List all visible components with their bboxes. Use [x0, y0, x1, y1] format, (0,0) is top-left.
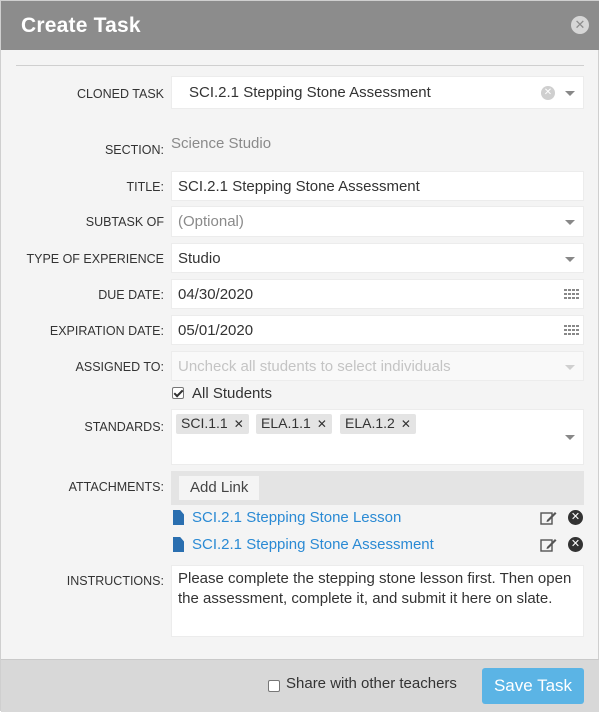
chevron-down-icon[interactable]: [565, 435, 575, 440]
chevron-down-icon[interactable]: [565, 220, 575, 225]
type-of-experience-label: TYPE OF EXPERIENCE: [26, 252, 164, 266]
chevron-down-icon[interactable]: [565, 91, 575, 96]
add-link-button[interactable]: Add Link: [179, 476, 260, 500]
calendar-icon[interactable]: [564, 289, 579, 301]
type-of-experience-select[interactable]: Studio: [171, 243, 584, 273]
due-date-value: 04/30/2020: [178, 286, 254, 303]
edit-icon[interactable]: [540, 538, 557, 552]
due-date-label: DUE DATE:: [98, 288, 164, 302]
title-input-value: SCI.2.1 Stepping Stone Assessment: [178, 178, 420, 195]
title-input[interactable]: SCI.2.1 Stepping Stone Assessment: [171, 171, 584, 201]
attachments-toolbar: Add Link: [171, 471, 584, 505]
subtask-of-placeholder: (Optional): [178, 213, 244, 230]
expiration-date-value: 05/01/2020: [178, 322, 254, 339]
section-label: SECTION:: [104, 143, 164, 157]
attachment-item: SCI.2.1 Stepping Stone Lesson ✕: [171, 506, 584, 530]
document-icon: [173, 537, 184, 552]
attachment-link[interactable]: SCI.2.1 Stepping Stone Lesson: [192, 509, 401, 526]
standard-chip-label: ELA.1.2: [345, 415, 395, 431]
standard-chip[interactable]: SCI.1.1 ✕: [176, 414, 249, 434]
attachments-label: ATTACHMENTS:: [68, 480, 164, 494]
clear-selection-icon[interactable]: ✕: [541, 86, 555, 100]
delete-icon[interactable]: ✕: [568, 537, 583, 552]
assigned-to-select[interactable]: Uncheck all students to select individua…: [171, 351, 584, 381]
document-icon: [173, 510, 184, 525]
cloned-task-label: CLONED TASK: [76, 87, 164, 101]
section-value: Science Studio: [171, 135, 272, 152]
save-task-button[interactable]: Save Task: [482, 668, 584, 704]
standard-chip[interactable]: ELA.1.1 ✕: [256, 414, 332, 434]
close-icon[interactable]: ✕: [571, 16, 589, 34]
expiration-date-input[interactable]: 05/01/2020: [171, 315, 584, 345]
calendar-icon[interactable]: [564, 325, 579, 337]
standard-chip-label: ELA.1.1: [261, 415, 311, 431]
title-label: TITLE:: [126, 180, 164, 194]
standards-label: STANDARDS:: [84, 420, 164, 434]
subtask-of-select[interactable]: (Optional): [171, 206, 584, 237]
delete-icon[interactable]: ✕: [568, 510, 583, 525]
instructions-label: INSTRUCTIONS:: [66, 574, 164, 588]
dialog-header: Create Task ✕: [1, 1, 599, 50]
remove-chip-icon[interactable]: ✕: [401, 417, 411, 431]
instructions-textarea[interactable]: Please complete the stepping stone lesso…: [171, 565, 584, 637]
dialog-footer: Share with other teachers Save Task: [1, 659, 599, 712]
assigned-to-placeholder: Uncheck all students to select individua…: [178, 358, 451, 375]
all-students-label: All Students: [192, 385, 273, 402]
share-label: Share with other teachers: [286, 675, 457, 692]
standard-chip-label: SCI.1.1: [181, 415, 228, 431]
dialog-title: Create Task: [21, 14, 141, 37]
chevron-down-icon[interactable]: [565, 365, 575, 370]
cloned-task-select[interactable]: SCI.2.1 Stepping Stone Assessment ✕: [171, 76, 584, 109]
type-of-experience-value: Studio: [178, 250, 221, 267]
all-students-checkbox[interactable]: [172, 387, 184, 399]
remove-chip-icon[interactable]: ✕: [234, 417, 244, 431]
standards-select[interactable]: SCI.1.1 ✕ ELA.1.1 ✕ ELA.1.2 ✕: [171, 409, 584, 465]
attachment-link[interactable]: SCI.2.1 Stepping Stone Assessment: [192, 536, 434, 553]
standard-chip[interactable]: ELA.1.2 ✕: [340, 414, 416, 434]
cloned-task-value: SCI.2.1 Stepping Stone Assessment: [189, 84, 431, 101]
due-date-input[interactable]: 04/30/2020: [171, 279, 584, 309]
share-checkbox[interactable]: [268, 680, 280, 692]
expiration-date-label: EXPIRATION DATE:: [49, 324, 164, 338]
header-divider: [16, 65, 584, 66]
attachment-item: SCI.2.1 Stepping Stone Assessment ✕: [171, 533, 584, 557]
chevron-down-icon[interactable]: [565, 257, 575, 262]
edit-icon[interactable]: [540, 511, 557, 525]
assigned-to-label: ASSIGNED TO:: [75, 360, 164, 374]
remove-chip-icon[interactable]: ✕: [317, 417, 327, 431]
create-task-dialog: Create Task ✕ CLONED TASK SCI.2.1 Steppi…: [0, 0, 599, 712]
subtask-of-label: SUBTASK OF: [85, 215, 164, 229]
